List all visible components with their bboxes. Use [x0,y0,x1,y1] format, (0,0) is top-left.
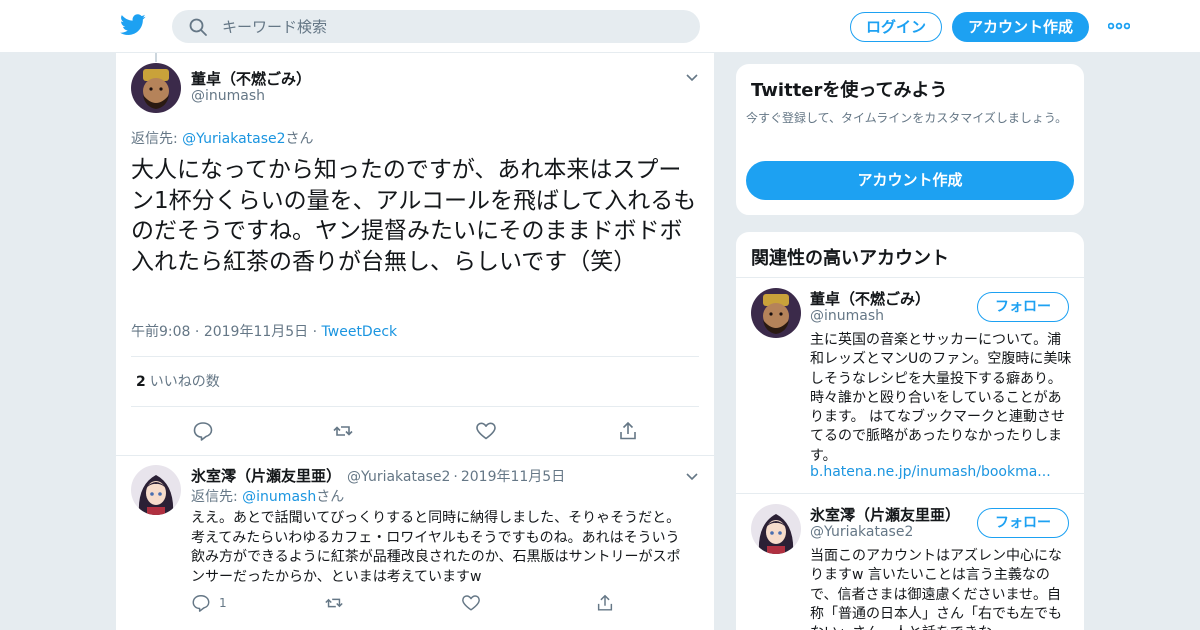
signup-card-description: 今すぐ登録して、タイムラインをカスタマイズしましょう。 [746,111,1068,125]
reply-suffix: さん [316,489,345,505]
tweet-text: 大人になってから知ったのですが、あれ本来はスプーン1杯分くらいの量を、アルコール… [131,157,697,275]
separator-dot: · [453,469,458,485]
share-icon[interactable] [617,420,639,442]
tweet-separator [116,455,714,456]
like-icon[interactable] [461,593,481,613]
avatar-image-icon [131,63,181,113]
login-button[interactable]: ログイン [850,12,942,42]
reply-to-link[interactable]: @Yuriakatase2 [182,131,285,147]
reply-context: 返信先: @inumashさん [191,486,344,506]
twitter-bird-icon[interactable] [120,13,146,37]
chevron-down-icon[interactable] [684,469,700,485]
search-bar [172,10,700,43]
more-dots-icon[interactable] [1108,16,1130,36]
reply-prefix: 返信先: [191,489,243,505]
avatar[interactable] [751,504,801,554]
related-account-name[interactable]: 氷室澪（片瀬友里亜） [810,504,960,525]
follow-button[interactable]: フォロー [977,508,1069,538]
reply-author-handle[interactable]: @Yuriakatase2 [347,469,450,485]
related-account-handle[interactable]: @Yuriakatase2 [810,524,913,540]
reply-suffix: さん [285,131,314,147]
signup-card-button[interactable]: アカウント作成 [746,161,1074,200]
related-account-bio: 当面このアカウントはアズレン中心になりますw 言いたいことは言う主義なので、信者… [810,548,1062,630]
like-stats[interactable]: 2 いいねの数 [136,371,220,391]
avatar-image-icon [131,465,181,515]
related-account-handle[interactable]: @inumash [810,308,884,324]
avatar-image-icon [751,504,801,554]
related-account-name[interactable]: 董卓（不燃ごみ） [810,288,930,309]
avatar[interactable] [751,288,801,338]
search-icon [189,18,207,36]
tweet-date[interactable]: 2019年11月5日 [204,324,308,340]
reply-icon[interactable] [192,420,214,442]
tweet-author-handle[interactable]: @inumash [191,88,265,104]
avatar[interactable] [131,63,181,113]
reply-prefix: 返信先: [131,131,183,147]
reply-context: 返信先: @Yuriakatase2さん [131,128,314,148]
related-account-bio: 主に英国の音楽とサッカーについて。浦和レッズとマンUのファン。空腹時に美味しそう… [810,332,1072,464]
divider [131,356,699,357]
tweet-time[interactable]: 午前9:08 [131,324,190,340]
tweet-source-link[interactable]: TweetDeck [322,324,398,340]
signup-card-title: Twitterを使ってみよう [751,80,948,101]
avatar-image-icon [751,288,801,338]
search-input[interactable] [222,10,682,43]
reply-icon[interactable] [191,593,211,613]
top-header: ログイン アカウント作成 [0,0,1200,53]
signup-button[interactable]: アカウント作成 [952,12,1089,42]
signup-card: Twitterを使ってみよう 今すぐ登録して、タイムラインをカスタマイズしましょ… [735,63,1085,216]
divider [131,406,699,407]
reply-to-link[interactable]: @inumash [242,489,316,505]
avatar[interactable] [131,465,181,515]
reply-date[interactable]: 2019年11月5日 [461,469,565,485]
follow-button[interactable]: フォロー [977,292,1069,322]
tweet-metadata: 午前9:08 · 2019年11月5日 · TweetDeck [131,324,398,340]
reply-header: 氷室澪（片瀬友里亜） @Yuriakatase2 · 2019年11月5日 [191,465,565,486]
retweet-icon[interactable] [332,420,354,442]
related-accounts-title: 関連性の高いアカウント [751,248,949,269]
related-account-url[interactable]: b.hatena.ne.jp/inumash/bookma... [810,464,1051,480]
tweet-author-name[interactable]: 董卓（不燃ごみ） [191,68,311,89]
timeline-column: 董卓（不燃ごみ） @inumash 返信先: @Yuriakatase2さん 大… [115,53,715,630]
retweet-icon[interactable] [324,593,344,613]
like-icon[interactable] [475,420,497,442]
like-count: 2 [136,374,146,390]
divider [736,493,1084,494]
related-accounts-card: 関連性の高いアカウント 董卓（不燃ごみ） @inumash フォロー 主に英国の… [735,231,1085,630]
like-label: いいねの数 [149,374,220,390]
share-icon[interactable] [595,593,615,613]
reply-text: ええ。あとで話聞いてびっくりすると同時に納得しました、そりゃそうだと。考えてみた… [191,510,681,585]
reply-count: 1 [219,596,227,610]
reply-author-name[interactable]: 氷室澪（片瀬友里亜） [191,467,341,485]
chevron-down-icon[interactable] [684,70,700,86]
thread-line [155,53,157,62]
divider [736,277,1084,278]
